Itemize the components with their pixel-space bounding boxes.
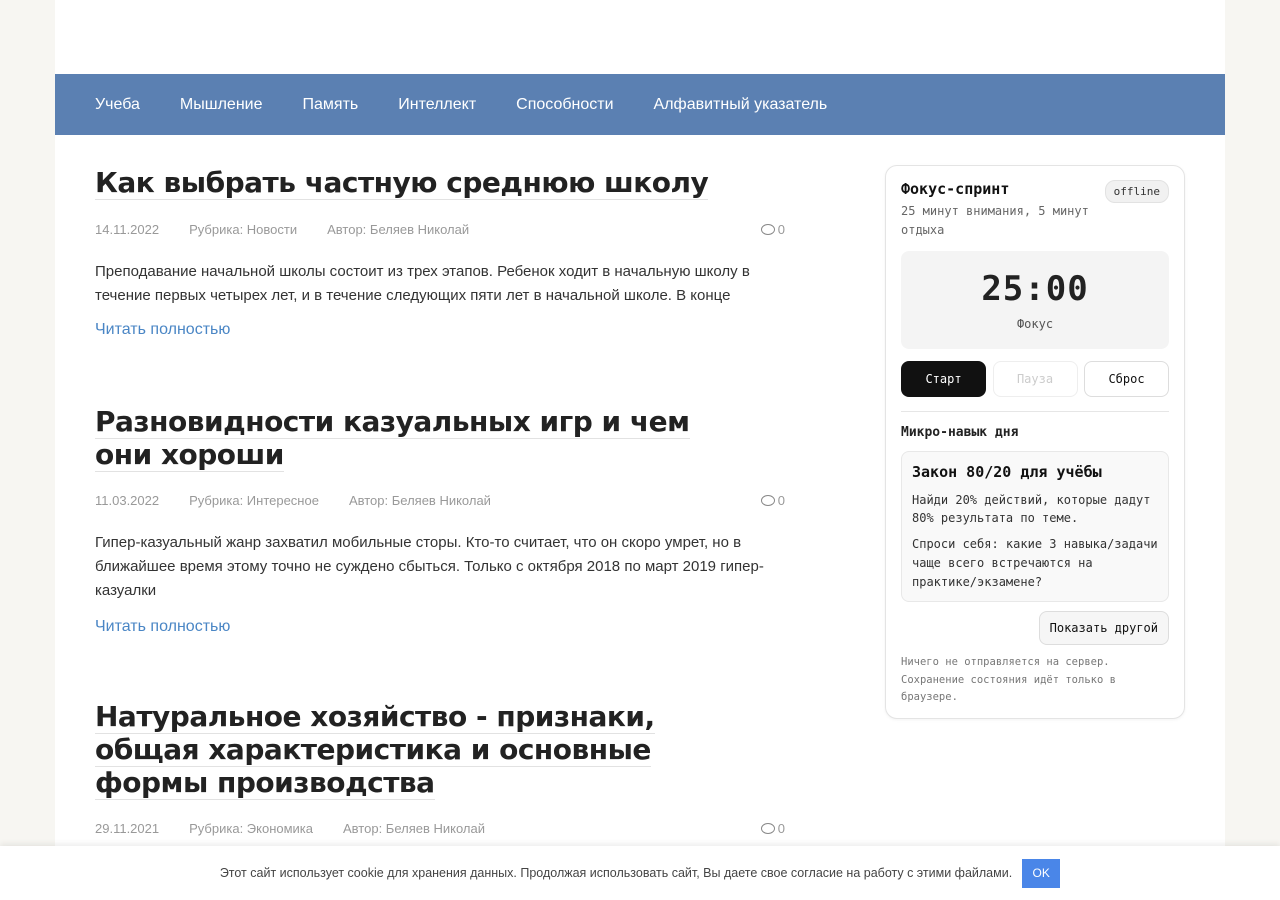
read-more-link[interactable]: Читать полностью (95, 321, 230, 339)
comment-icon (760, 823, 775, 834)
nav-item-alphabetical-index[interactable]: Алфавитный указатель (654, 96, 828, 114)
skill-card: Закон 80/20 для учёбы Найди 20% действий… (901, 451, 1169, 602)
post-comments[interactable]: 0 (760, 821, 785, 836)
read-more-link[interactable]: Читать полностью (95, 618, 230, 636)
nav-item-abilities[interactable]: Способности (516, 96, 613, 114)
comment-icon (760, 495, 775, 506)
skill-description: Найди 20% действий, которые дадут 80% ре… (912, 493, 1151, 525)
post-date: 11.03.2022 (95, 493, 160, 508)
nav-item-intellect[interactable]: Интеллект (398, 96, 476, 114)
post-title-link[interactable]: Натуральное хозяйство - признаки, общая … (95, 700, 655, 800)
comment-count: 0 (777, 222, 785, 237)
skill-title: Закон 80/20 для учёбы (912, 463, 1102, 481)
cookie-text: Этот сайт использует cookie для хранения… (219, 866, 1013, 880)
post-title-link[interactable]: Разновидности казуальных игр и чем они х… (95, 405, 690, 472)
cookie-banner: Этот сайт использует cookie для хранения… (0, 846, 1280, 900)
cookie-ok-button[interactable]: OK (1022, 858, 1061, 888)
post-card: Разновидности казуальных игр и чем они х… (95, 405, 795, 700)
privacy-note: Ничего не отправляется на сервер. Сохран… (901, 656, 1116, 703)
post-comments[interactable]: 0 (760, 493, 785, 508)
post-title-link[interactable]: Как выбрать частную среднюю школу (95, 166, 709, 200)
post-excerpt: Гипер-казуальный жанр захватил мобильные… (95, 534, 764, 599)
widget-subtitle: 25 минут внимания, 5 минут отдыха (901, 204, 1089, 237)
timer-mode-label: Фокус (1016, 317, 1054, 331)
site-header (55, 0, 1225, 74)
post-author: Автор: Беляев Николай (343, 821, 486, 836)
post-comments[interactable]: 0 (760, 222, 785, 237)
post-date: 14.11.2022 (95, 222, 160, 237)
reset-button[interactable]: Сброс (1084, 361, 1169, 397)
main-nav: Учеба Мышление Память Интеллект Способно… (55, 74, 1225, 135)
comment-count: 0 (777, 821, 785, 836)
timer-display: 25:00 Фокус (901, 251, 1169, 349)
timer-controls: Старт Пауза Сброс (901, 361, 1169, 397)
post-category[interactable]: Рубрика: Интересное (189, 493, 319, 509)
comment-icon (760, 224, 775, 235)
nav-item-thinking[interactable]: Мышление (180, 96, 263, 114)
posts-list: Как выбрать частную среднюю школу 14.11.… (95, 135, 795, 900)
status-badge: offline (1104, 180, 1169, 203)
post-title[interactable]: Натуральное хозяйство - признаки, общая … (95, 700, 735, 800)
nav-item-study[interactable]: Учеба (95, 96, 140, 114)
post-date: 29.11.2021 (95, 821, 160, 836)
comment-count: 0 (777, 493, 785, 508)
start-button[interactable]: Старт (901, 361, 986, 397)
post-meta: 14.11.2022 Рубрика: Новости Автор: Беляе… (95, 222, 795, 238)
post-meta: 11.03.2022 Рубрика: Интересное Автор: Бе… (95, 493, 795, 509)
focus-sprint-widget: Фокус-спринт offline 25 минут внимания, … (885, 165, 1185, 719)
divider (901, 411, 1169, 412)
post-title[interactable]: Разновидности казуальных игр и чем они х… (95, 405, 715, 472)
post-meta: 29.11.2021 Рубрика: Экономика Автор: Бел… (95, 821, 795, 837)
post-category[interactable]: Рубрика: Экономика (189, 821, 313, 837)
post-author: Автор: Беляев Николай (327, 222, 470, 237)
widget-title: Фокус-спринт (901, 180, 1010, 198)
timer-value: 25:00 (981, 269, 1089, 309)
nav-item-memory[interactable]: Память (303, 96, 359, 114)
post-category[interactable]: Рубрика: Новости (189, 222, 297, 238)
skill-question: Спроси себя: какие 3 навыка/задачи чаще … (912, 537, 1158, 589)
skill-heading: Микро-навык дня (901, 425, 1019, 440)
post-author: Автор: Беляев Николай (348, 493, 491, 508)
pause-button[interactable]: Пауза (992, 361, 1078, 397)
post-title[interactable]: Как выбрать частную среднюю школу (95, 166, 709, 200)
show-another-button[interactable]: Показать другой (1038, 611, 1169, 645)
post-card: Как выбрать частную среднюю школу 14.11.… (95, 135, 795, 405)
post-excerpt: Преподавание начальной школы состоит из … (95, 263, 750, 304)
